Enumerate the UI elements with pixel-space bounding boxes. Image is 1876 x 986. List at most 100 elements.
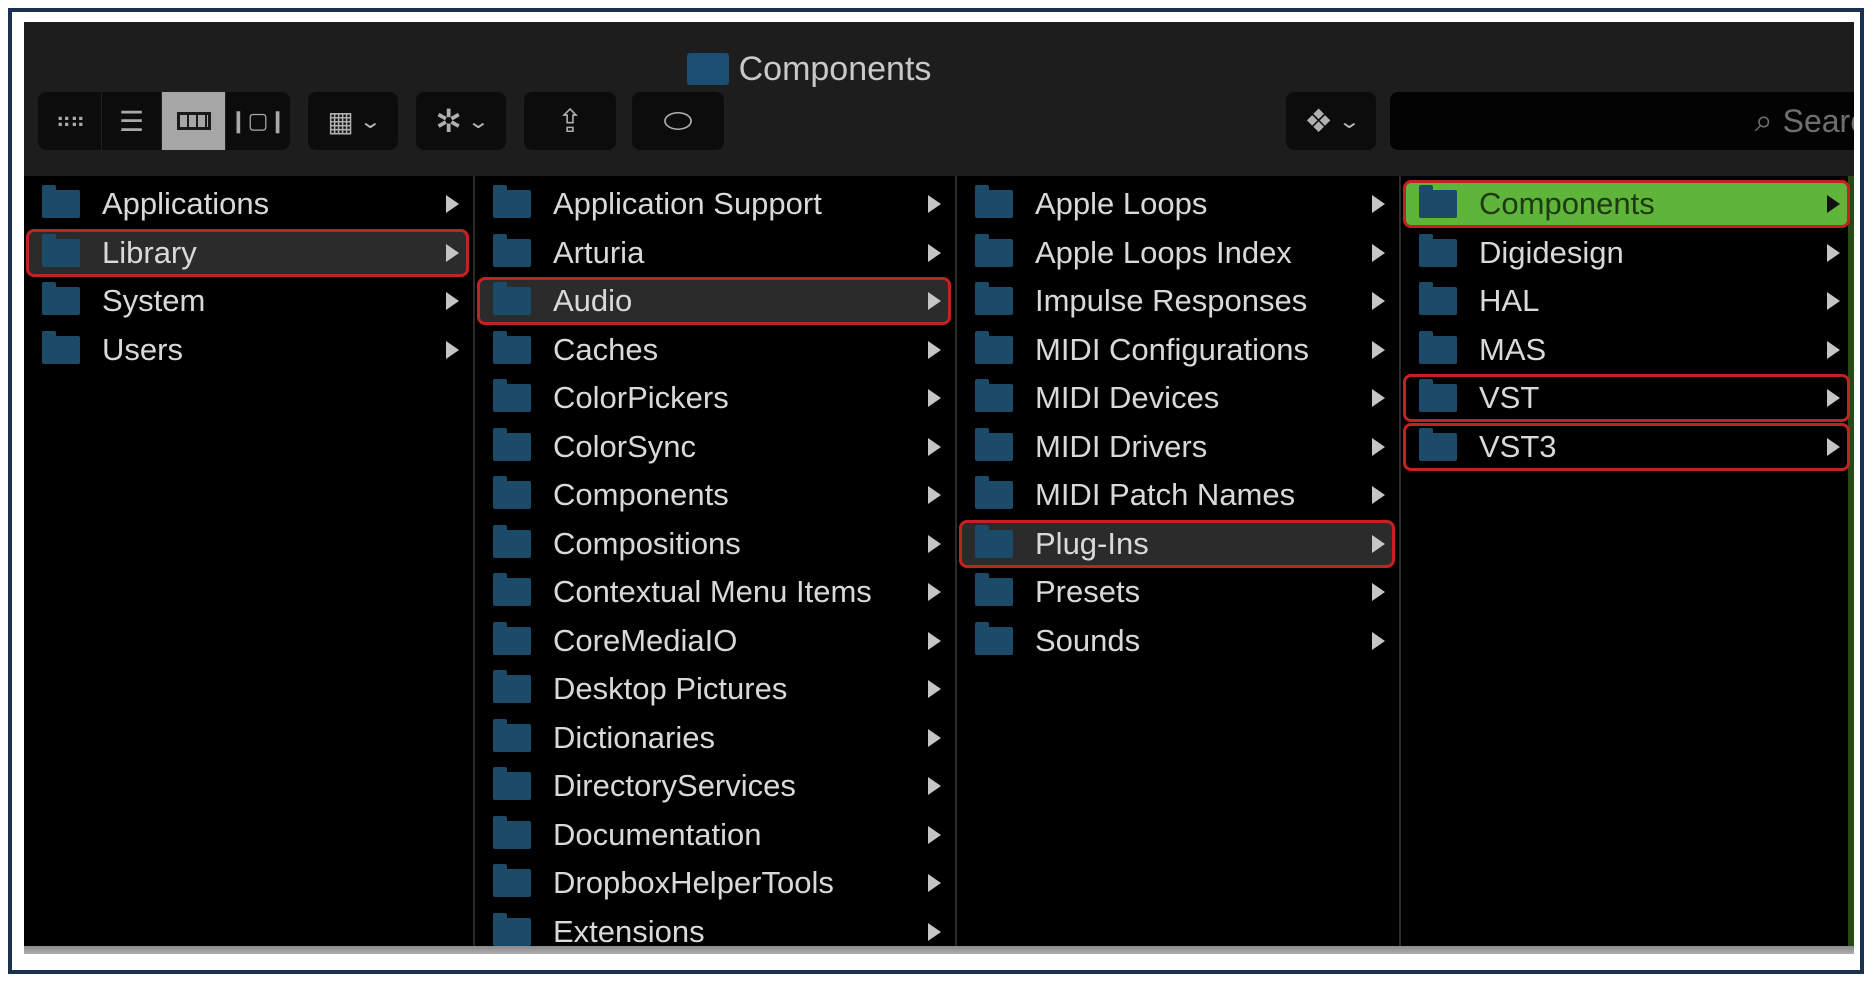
folder-row[interactable]: CoreMediaIO [479,619,949,663]
folder-icon [42,233,80,267]
window-footer [24,946,1854,954]
folder-row[interactable]: Sounds [961,619,1393,663]
folder-label: Apple Loops [1035,186,1208,221]
window-title-text: Components [738,49,932,88]
folder-row[interactable]: HAL [1405,279,1848,323]
folder-icon [975,233,1013,267]
folder-icon [1419,330,1457,364]
disclosure-arrow-icon [1372,292,1385,310]
disclosure-arrow-icon [446,292,459,310]
folder-icon [1419,282,1457,315]
folder-icon [493,524,531,558]
folder-row[interactable]: System [28,279,467,323]
folder-row[interactable]: Application Support [479,182,949,226]
folder-label: Dictionaries [553,719,715,755]
folder-icon [493,185,531,218]
view-mode-segmented-control: ⠶⠶ ☰ ❙▢❙ [38,92,290,150]
column-view-icon [176,112,211,130]
folder-row[interactable]: Digidesign [1405,231,1848,275]
folder-row[interactable]: Arturia [479,231,949,275]
folder-label: Audio [553,283,633,318]
folder-label: MAS [1479,331,1547,367]
disclosure-arrow-icon [928,195,941,213]
folder-row[interactable]: Impulse Responses [961,279,1393,323]
folder-row[interactable]: MAS [1405,328,1848,372]
folder-row[interactable]: Apple Loops Index [961,231,1393,275]
folder-icon [975,476,1013,509]
folder-row[interactable]: Applications [28,182,467,226]
folder-row[interactable]: Apple Loops [961,182,1393,226]
folder-row[interactable]: ColorPickers [479,376,949,420]
folder-row[interactable]: DropboxHelperTools [479,861,949,905]
folder-row[interactable]: DirectoryServices [479,764,949,808]
gear-icon: ✲ [435,103,463,139]
column-plug-ins: Components Digidesign HAL MAS VST VST3 [1401,176,1854,946]
cover-flow-view-button[interactable]: ❙▢❙ [226,92,290,150]
folder-icon [493,621,531,655]
search-icon: ⌕ [1754,102,1773,138]
folder-row[interactable]: MIDI Drivers [961,425,1393,469]
icon-view-button[interactable]: ⠶⠶ [38,92,102,150]
arrange-icon: ▦ [327,105,354,137]
action-menu-button[interactable]: ✲ ⌄ [416,92,506,150]
folder-row[interactable]: Documentation [479,813,949,857]
column-view-button[interactable] [162,92,226,150]
folder-row[interactable]: Dictionaries [479,716,949,760]
folder-row[interactable]: VST3 [1403,422,1850,471]
folder-row[interactable]: MIDI Configurations [961,328,1393,372]
chevron-down-icon: ⌄ [466,110,491,133]
folder-row[interactable]: Compositions [479,522,949,566]
folder-row[interactable]: ColorSync [479,425,949,469]
folder-row[interactable]: Components [479,473,949,517]
folder-row[interactable]: MIDI Patch Names [961,473,1393,517]
disclosure-arrow-icon [1372,195,1385,213]
column-root: Applications Library System Users [24,176,475,946]
folder-icon [975,185,1013,218]
folder-label: Library [102,234,197,270]
folder-row[interactable]: Library [26,228,469,277]
dropbox-menu-button[interactable]: ❖ ⌄ [1286,92,1376,150]
folder-label: Plug-Ins [1035,525,1149,561]
folder-row[interactable]: Audio [477,277,951,325]
folder-label: Impulse Responses [1035,283,1308,318]
folder-icon [493,379,531,412]
folder-icon [42,185,80,218]
folder-icon [975,379,1013,412]
tag-button[interactable]: ⬭ [632,92,724,150]
folder-row[interactable]: VST [1403,374,1850,422]
folder-icon [493,815,531,849]
share-button[interactable]: ⇪ [524,92,616,150]
folder-label: Documentation [553,816,762,852]
list-view-button[interactable]: ☰ [102,92,162,150]
folder-row[interactable]: Caches [479,328,949,372]
disclosure-arrow-icon [928,340,941,359]
folder-icon [493,718,531,752]
search-placeholder: Search [1782,102,1854,139]
disclosure-arrow-icon [1827,243,1840,262]
disclosure-arrow-icon [1827,437,1840,456]
folder-icon [42,282,80,315]
icon-view-icon: ⠶⠶ [55,108,85,133]
folder-row[interactable]: Plug-Ins [959,519,1395,568]
folder-icon [493,767,531,800]
disclosure-arrow-icon [928,631,941,650]
folder-label: VST3 [1479,428,1557,464]
folder-icon [493,670,531,703]
search-field[interactable]: ⌕ Search [1390,92,1854,150]
folder-icon [975,330,1013,364]
disclosure-arrow-icon [1827,292,1840,310]
folder-row[interactable]: Presets [961,570,1393,614]
folder-label: Components [553,477,729,512]
folder-label: Applications [102,186,270,221]
folder-row[interactable]: Components [1403,180,1850,228]
arrange-menu-button[interactable]: ▦ ⌄ [308,92,398,150]
folder-row[interactable]: Desktop Pictures [479,667,949,711]
folder-row[interactable]: Contextual Menu Items [479,570,949,614]
folder-row[interactable]: MIDI Devices [961,376,1393,420]
disclosure-arrow-icon [928,486,941,504]
folder-icon [1419,427,1457,461]
folder-row[interactable]: Users [28,328,467,372]
disclosure-arrow-icon [1372,340,1385,359]
folder-icon [493,912,531,946]
folder-label: MIDI Configurations [1035,331,1309,367]
